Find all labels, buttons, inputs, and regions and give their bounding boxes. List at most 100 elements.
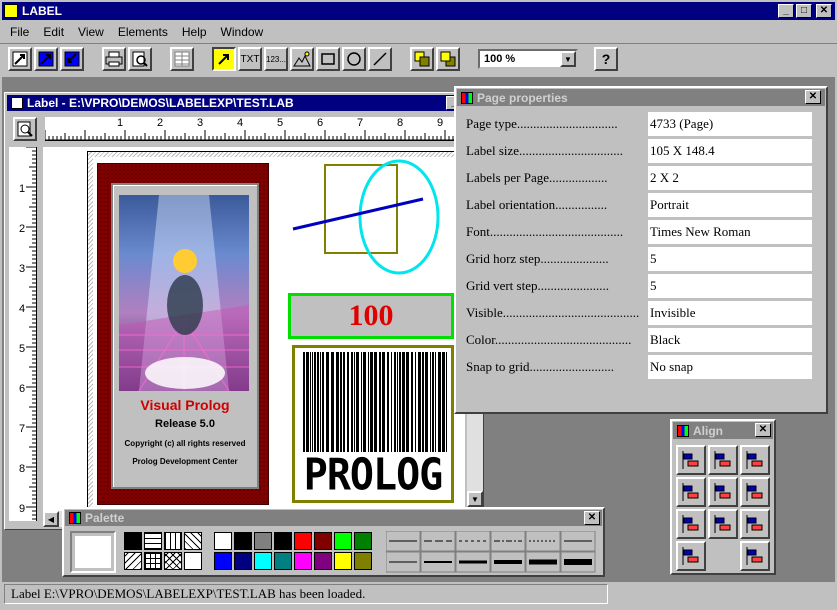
center-page-button[interactable] bbox=[708, 509, 738, 539]
property-row[interactable]: Grid horz step..................... 5 bbox=[464, 247, 812, 271]
print-preview-button[interactable] bbox=[128, 47, 152, 71]
blue-line[interactable] bbox=[292, 197, 424, 231]
color-swatch[interactable] bbox=[274, 532, 292, 550]
menu-elements[interactable]: Elements bbox=[118, 25, 168, 39]
color-swatch[interactable] bbox=[274, 552, 292, 570]
align-top-button[interactable] bbox=[676, 477, 706, 507]
center-vertical-button[interactable] bbox=[740, 509, 770, 539]
property-value[interactable]: 5 bbox=[648, 247, 812, 271]
pattern-backdiag[interactable] bbox=[124, 552, 142, 570]
property-value[interactable]: Black bbox=[648, 328, 812, 352]
space-vertical-button[interactable] bbox=[740, 541, 770, 571]
bring-front-button[interactable] bbox=[410, 47, 434, 71]
menu-help[interactable]: Help bbox=[182, 25, 207, 39]
help-button[interactable]: ? bbox=[594, 47, 618, 71]
pattern-cross[interactable] bbox=[144, 552, 162, 570]
palette-title-bar[interactable]: Palette ✕ bbox=[65, 510, 602, 526]
align-title-bar[interactable]: Align ✕ bbox=[673, 422, 773, 439]
property-row[interactable]: Color...................................… bbox=[464, 328, 812, 352]
image-tool-button[interactable] bbox=[290, 47, 314, 71]
color-swatch[interactable] bbox=[234, 532, 252, 550]
select-tool-button[interactable] bbox=[212, 47, 236, 71]
line-tool-button[interactable] bbox=[368, 47, 392, 71]
maximize-button[interactable]: □ bbox=[796, 4, 812, 18]
property-row[interactable]: Visible.................................… bbox=[464, 301, 812, 325]
property-row[interactable]: Page type...............................… bbox=[464, 112, 812, 136]
palette-close-button[interactable]: ✕ bbox=[584, 511, 600, 525]
align-close-button[interactable]: ✕ bbox=[755, 423, 771, 437]
document-icon[interactable] bbox=[11, 97, 23, 109]
menu-window[interactable]: Window bbox=[221, 25, 264, 39]
color-swatch[interactable] bbox=[334, 552, 352, 570]
property-row[interactable]: Labels per Page.................. 2 X 2 bbox=[464, 166, 812, 190]
document-title-bar[interactable]: Label - E:\VPRO\DEMOS\LABELEXP\TEST.LAB … bbox=[7, 95, 481, 111]
space-horizontal-button[interactable] bbox=[676, 541, 706, 571]
cyan-ellipse[interactable] bbox=[358, 159, 440, 275]
pattern-solid[interactable] bbox=[124, 532, 142, 550]
print-button[interactable] bbox=[102, 47, 126, 71]
align-right-button[interactable] bbox=[740, 445, 770, 475]
close-button[interactable]: ✕ bbox=[816, 4, 832, 18]
color-swatch[interactable] bbox=[354, 552, 372, 570]
center-horizontal-button[interactable] bbox=[676, 509, 706, 539]
new-button[interactable] bbox=[8, 47, 32, 71]
pattern-vertical[interactable] bbox=[164, 532, 182, 550]
menu-view[interactable]: View bbox=[78, 25, 104, 39]
menu-edit[interactable]: Edit bbox=[43, 25, 64, 39]
property-row[interactable]: Label size..............................… bbox=[464, 139, 812, 163]
app-icon[interactable] bbox=[4, 4, 18, 18]
grid-button[interactable] bbox=[170, 47, 194, 71]
zoom-select[interactable]: 100 % ▼ bbox=[478, 49, 578, 69]
property-value[interactable]: Invisible bbox=[648, 301, 812, 325]
color-swatch[interactable] bbox=[254, 532, 272, 550]
property-row[interactable]: Snap to grid.......................... No… bbox=[464, 355, 812, 379]
property-value[interactable]: 5 bbox=[648, 274, 812, 298]
property-value[interactable]: Times New Roman bbox=[648, 220, 812, 244]
color-swatch[interactable] bbox=[314, 532, 332, 550]
color-swatch[interactable] bbox=[314, 552, 332, 570]
text-tool-button[interactable]: TXT bbox=[238, 47, 262, 71]
send-back-button[interactable] bbox=[436, 47, 460, 71]
property-row[interactable]: Font....................................… bbox=[464, 220, 812, 244]
page-properties-close-button[interactable]: ✕ bbox=[805, 90, 821, 104]
align-vcenter-button[interactable] bbox=[708, 477, 738, 507]
property-value[interactable]: Portrait bbox=[648, 193, 812, 217]
property-row[interactable]: Label orientation................ Portrai… bbox=[464, 193, 812, 217]
align-bottom-button[interactable] bbox=[740, 477, 770, 507]
color-swatch[interactable] bbox=[254, 552, 272, 570]
property-row[interactable]: Grid vert step...................... 5 bbox=[464, 274, 812, 298]
property-value[interactable]: 4733 (Page) bbox=[648, 112, 812, 136]
color-swatch[interactable] bbox=[334, 532, 352, 550]
pattern-diagonal[interactable] bbox=[184, 532, 202, 550]
scroll-left-button[interactable]: ◀ bbox=[43, 511, 59, 527]
align-left-button[interactable] bbox=[676, 445, 706, 475]
property-value[interactable]: No snap bbox=[648, 355, 812, 379]
property-value[interactable]: 105 X 148.4 bbox=[648, 139, 812, 163]
color-swatch[interactable] bbox=[354, 532, 372, 550]
color-swatch[interactable] bbox=[214, 552, 232, 570]
align-hcenter-button[interactable] bbox=[708, 445, 738, 475]
zoom-dropdown-button[interactable]: ▼ bbox=[560, 51, 576, 67]
property-value[interactable]: 2 X 2 bbox=[648, 166, 812, 190]
barcode-box[interactable]: PROLOG bbox=[292, 345, 454, 503]
color-swatch[interactable] bbox=[234, 552, 252, 570]
color-swatch[interactable] bbox=[294, 552, 312, 570]
ellipse-tool-button[interactable] bbox=[342, 47, 366, 71]
label-canvas[interactable]: Visual Prolog Release 5.0 Copyright (c) … bbox=[43, 147, 465, 513]
scroll-down-button[interactable]: ▼ bbox=[467, 491, 483, 507]
minimize-button[interactable]: _ bbox=[778, 4, 794, 18]
number-field-box[interactable]: 100 bbox=[288, 293, 454, 339]
number-tool-button[interactable]: 123... bbox=[264, 47, 288, 71]
page-properties-title-bar[interactable]: Page properties ✕ bbox=[457, 89, 825, 106]
menu-file[interactable]: File bbox=[10, 25, 29, 39]
app-title-bar[interactable]: LABEL _ □ ✕ bbox=[2, 2, 835, 20]
save-button[interactable] bbox=[60, 47, 84, 71]
pattern-diagcross[interactable] bbox=[164, 552, 182, 570]
doc-zoom-button[interactable] bbox=[13, 117, 37, 141]
pattern-horizontal[interactable] bbox=[144, 532, 162, 550]
color-swatch[interactable] bbox=[214, 532, 232, 550]
rectangle-tool-button[interactable] bbox=[316, 47, 340, 71]
color-swatch[interactable] bbox=[294, 532, 312, 550]
pattern-none[interactable] bbox=[184, 552, 202, 570]
open-button[interactable] bbox=[34, 47, 58, 71]
